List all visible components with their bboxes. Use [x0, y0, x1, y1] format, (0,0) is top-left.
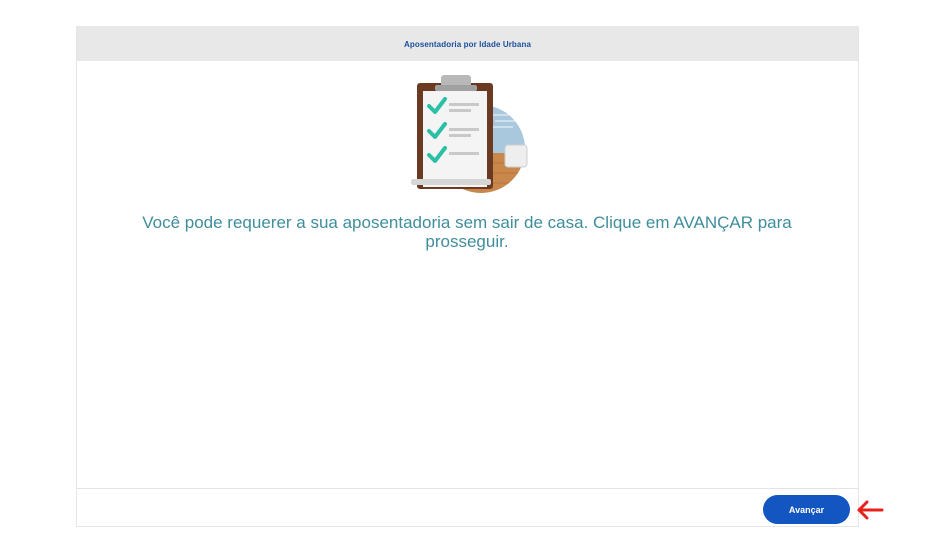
panel-title: Aposentadoria por Idade Urbana — [403, 39, 532, 49]
service-panel: Aposentadoria por Idade Urbana Você pode… — [76, 26, 859, 527]
advance-button[interactable]: Avançar — [763, 495, 850, 524]
clipboard-checklist-icon — [403, 71, 531, 195]
arrow-left-icon — [855, 499, 885, 521]
footer-divider — [77, 488, 858, 489]
panel-header: Aposentadoria por Idade Urbana — [77, 27, 858, 61]
info-message: Você pode requerer a sua aposentadoria s… — [142, 213, 792, 251]
